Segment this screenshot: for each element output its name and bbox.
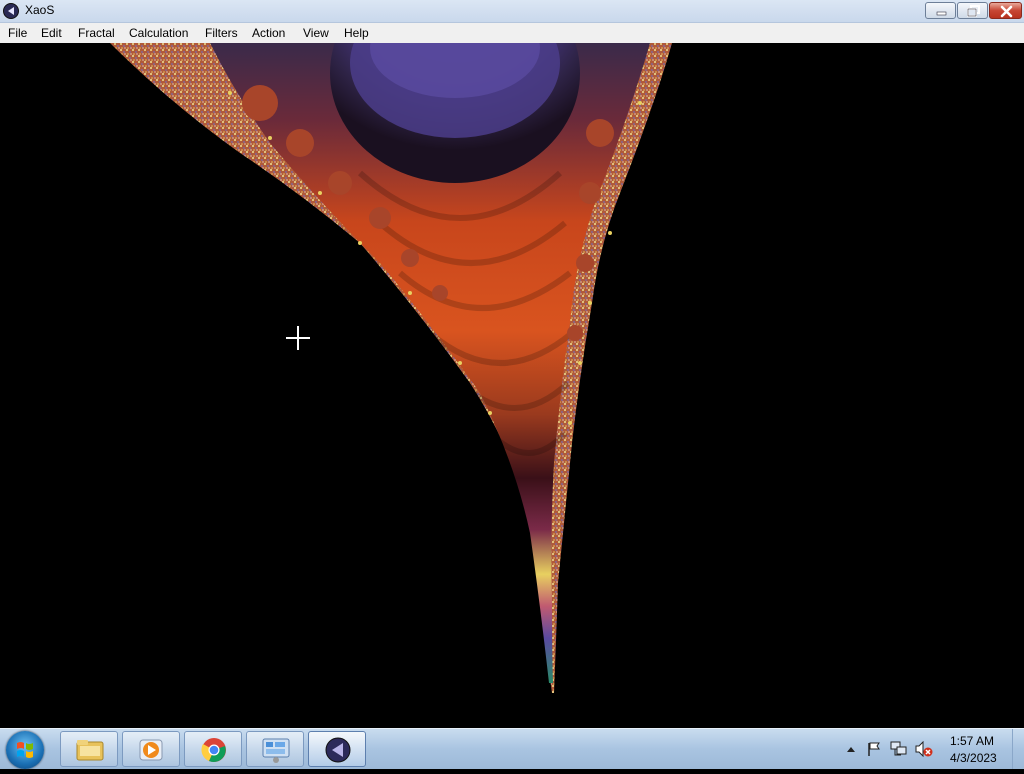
restore-icon (967, 5, 980, 17)
xaos-icon (325, 737, 351, 763)
network-icon[interactable] (890, 741, 908, 757)
taskbar: 1:57 AM 4/3/2023 (0, 728, 1024, 769)
menu-edit[interactable]: Edit (41, 25, 62, 41)
close-button[interactable] (989, 2, 1022, 19)
windows-start-icon (17, 742, 33, 758)
xaos-icon (3, 3, 19, 19)
menu-file[interactable]: File (8, 25, 27, 41)
menu-action[interactable]: Action (252, 25, 285, 41)
fractal-image (110, 43, 672, 693)
taskbar-file-explorer[interactable] (60, 731, 118, 767)
taskbar-media-player[interactable] (122, 731, 180, 767)
menu-fractal[interactable]: Fractal (78, 25, 115, 41)
minimize-button[interactable] (925, 2, 956, 19)
clock-date[interactable]: 4/3/2023 (950, 751, 997, 765)
restore-button[interactable] (957, 2, 988, 19)
volume-muted-icon[interactable] (914, 741, 934, 757)
start-button[interactable] (6, 731, 44, 769)
menu-filters[interactable]: Filters (205, 25, 238, 41)
menu-bar: File Edit Fractal Calculation Filters Ac… (0, 23, 1024, 44)
crosshair-cursor-icon (286, 326, 310, 350)
show-hidden-icons-chevron-icon[interactable] (846, 741, 856, 757)
control-panel-icon (262, 738, 290, 763)
clock-time[interactable]: 1:57 AM (950, 734, 994, 748)
taskbar-xaos[interactable] (308, 731, 366, 767)
xaos-window: XaoS File Edit Fractal Calculation Filte… (0, 0, 1024, 728)
chrome-icon (201, 738, 226, 762)
title-bar[interactable]: XaoS (0, 0, 1024, 23)
minimize-icon (936, 11, 947, 16)
close-icon (1000, 5, 1013, 18)
window-title: XaoS (25, 3, 55, 17)
file-explorer-icon (76, 740, 104, 761)
action-center-flag-icon[interactable] (866, 741, 882, 757)
fractal-canvas[interactable] (0, 43, 1024, 728)
menu-help[interactable]: Help (344, 25, 369, 41)
menu-view[interactable]: View (303, 25, 329, 41)
show-desktop-button[interactable] (1012, 729, 1024, 769)
media-player-icon (139, 739, 163, 761)
taskbar-control-panel[interactable] (246, 731, 304, 767)
taskbar-chrome[interactable] (184, 731, 242, 767)
menu-calculation[interactable]: Calculation (129, 25, 188, 41)
